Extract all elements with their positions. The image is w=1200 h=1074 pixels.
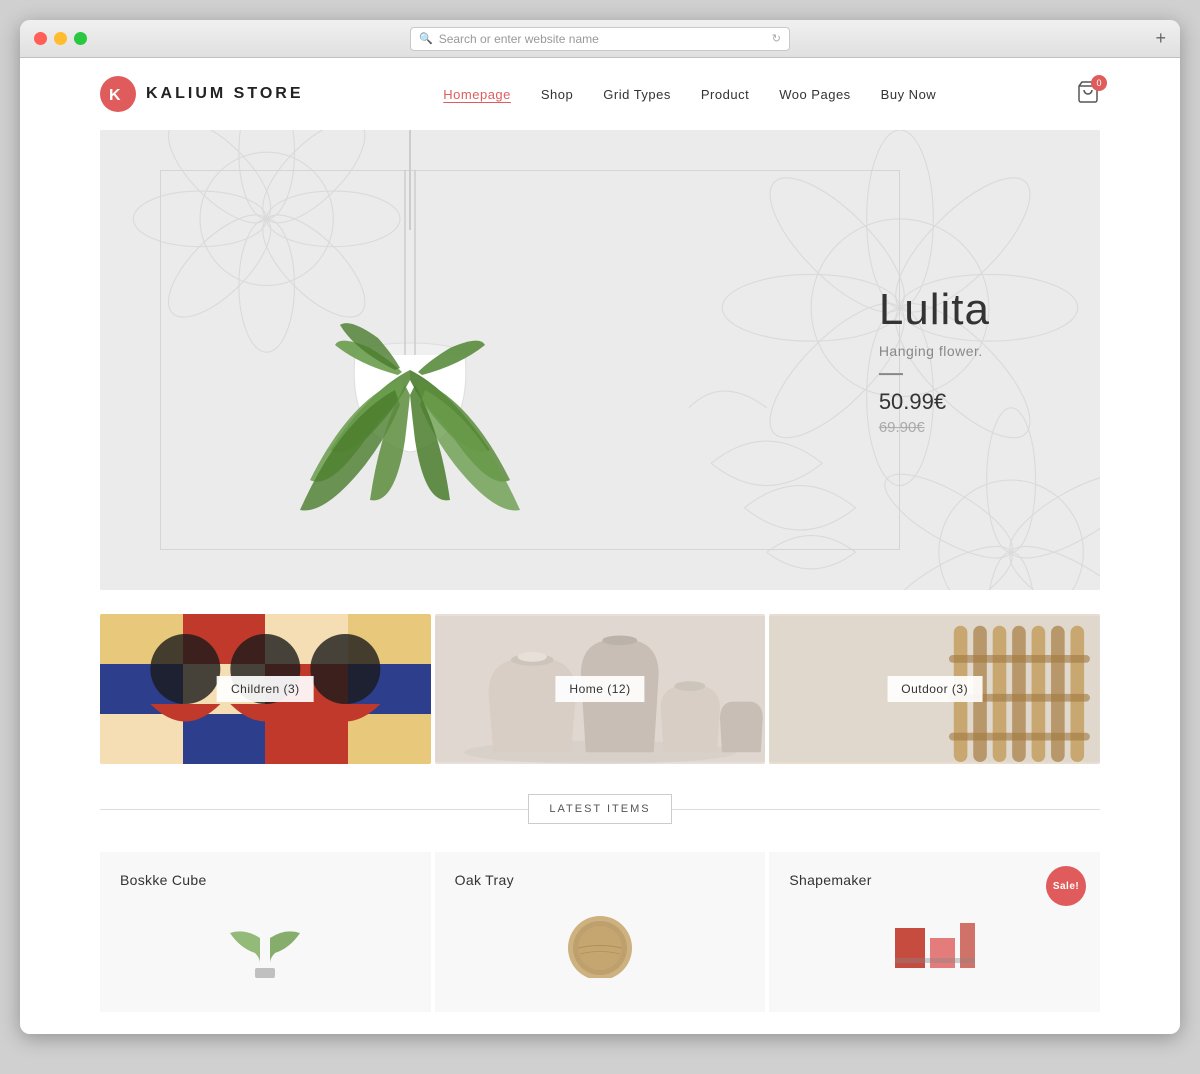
- hero-product-subtitle: Hanging flower.: [879, 343, 990, 359]
- product-img-svg-0: [205, 908, 325, 978]
- hero-price-old: 69.90€: [879, 419, 990, 436]
- hero-product-name: Lulita: [879, 284, 990, 337]
- window-controls: [34, 32, 87, 45]
- cart-badge: 0: [1091, 75, 1107, 91]
- product-image-0: [120, 898, 411, 978]
- category-label-home: Home (12): [555, 676, 644, 702]
- category-label-children: Children (3): [217, 676, 314, 702]
- site-nav: Homepage Shop Grid Types Product Woo Pag…: [443, 87, 936, 102]
- category-home[interactable]: Home (12): [435, 614, 766, 764]
- latest-line-left: [100, 809, 528, 810]
- hero-divider: [879, 373, 903, 375]
- nav-shop[interactable]: Shop: [541, 87, 573, 102]
- logo-text: KALIUM STORE: [146, 85, 303, 103]
- nav-buy-now[interactable]: Buy Now: [881, 87, 937, 102]
- nav-grid-types[interactable]: Grid Types: [603, 87, 671, 102]
- hero-price-new: 50.99€: [879, 389, 990, 415]
- product-img-svg-1: [540, 908, 660, 978]
- reload-icon[interactable]: ↻: [772, 32, 781, 45]
- logo-icon: K: [100, 76, 136, 112]
- sale-badge: Sale!: [1046, 866, 1086, 906]
- address-text: Search or enter website name: [439, 32, 599, 46]
- product-img-svg-2: [875, 908, 995, 978]
- latest-title: LATEST ITEMS: [528, 794, 671, 824]
- latest-section: LATEST ITEMS Boskke Cube: [100, 794, 1100, 1012]
- product-card-0[interactable]: Boskke Cube: [100, 852, 431, 1012]
- plant-container: [220, 130, 600, 590]
- product-title-1: Oak Tray: [455, 872, 746, 888]
- minimize-button[interactable]: [54, 32, 67, 45]
- plant-svg: [250, 170, 570, 590]
- categories-section: Children (3): [100, 614, 1100, 764]
- website-content: K KALIUM STORE Homepage Shop Grid Types …: [20, 58, 1180, 1034]
- cart-button[interactable]: 0: [1076, 80, 1100, 109]
- address-bar[interactable]: 🔍 Search or enter website name ↻: [410, 27, 790, 51]
- search-icon: 🔍: [419, 32, 433, 45]
- category-children[interactable]: Children (3): [100, 614, 431, 764]
- product-title-2: Shapemaker: [789, 872, 1080, 888]
- browser-window: 🔍 Search or enter website name ↻ + K KAL…: [20, 20, 1180, 1034]
- maximize-button[interactable]: [74, 32, 87, 45]
- latest-header: LATEST ITEMS: [100, 794, 1100, 824]
- close-button[interactable]: [34, 32, 47, 45]
- svg-text:K: K: [109, 87, 121, 104]
- new-tab-button[interactable]: +: [1155, 28, 1166, 49]
- category-label-outdoor: Outdoor (3): [887, 676, 982, 702]
- products-grid: Boskke Cube Oak Tray: [100, 852, 1100, 1012]
- product-card-2[interactable]: Sale! Shapemaker: [769, 852, 1100, 1012]
- product-card-1[interactable]: Oak Tray: [435, 852, 766, 1012]
- nav-woo-pages[interactable]: Woo Pages: [779, 87, 850, 102]
- product-title-0: Boskke Cube: [120, 872, 411, 888]
- site-header: K KALIUM STORE Homepage Shop Grid Types …: [20, 58, 1180, 130]
- browser-titlebar: 🔍 Search or enter website name ↻ +: [20, 20, 1180, 58]
- latest-line-right: [672, 809, 1100, 810]
- nav-product[interactable]: Product: [701, 87, 749, 102]
- product-image-2: [789, 898, 1080, 978]
- product-image-1: [455, 898, 746, 978]
- category-outdoor[interactable]: Outdoor (3): [769, 614, 1100, 764]
- hero-section: Lulita Hanging flower. 50.99€ 69.90€: [100, 130, 1100, 590]
- nav-homepage[interactable]: Homepage: [443, 87, 511, 102]
- hero-text-block: Lulita Hanging flower. 50.99€ 69.90€: [879, 284, 990, 436]
- logo-area[interactable]: K KALIUM STORE: [100, 76, 303, 112]
